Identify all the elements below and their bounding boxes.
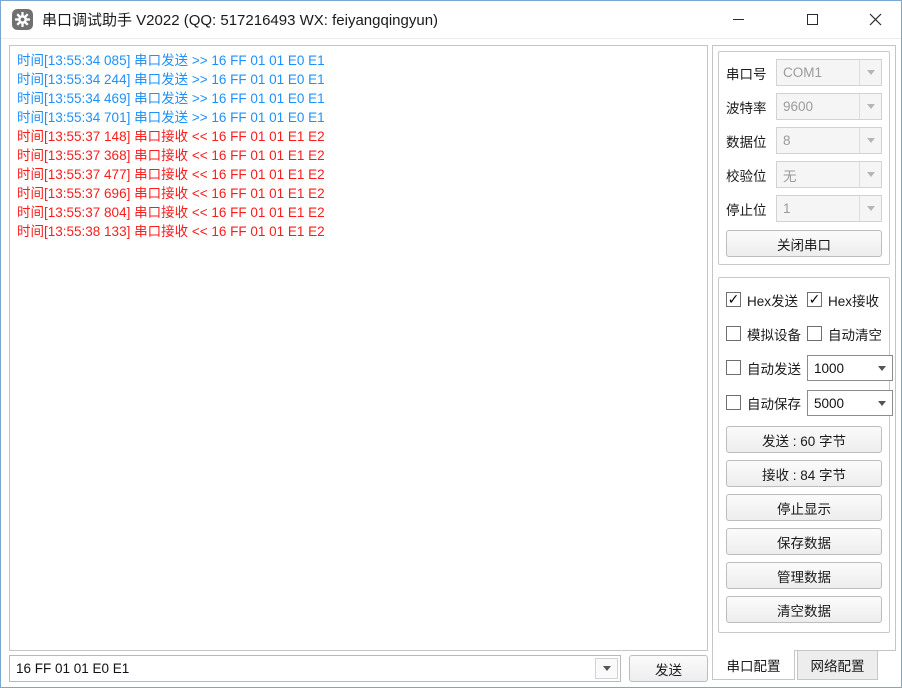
close-icon	[869, 13, 882, 26]
chevron-down-icon	[867, 70, 875, 75]
serial-config-panel: 串口号 COM1 波特率 9600 数据位 8	[712, 45, 896, 651]
auto-send-interval-value: 1000	[808, 361, 872, 376]
stopbits-value: 1	[777, 201, 859, 216]
checkbox-icon	[726, 395, 741, 410]
stop-display-button[interactable]: 停止显示	[726, 494, 882, 521]
checkbox-label: 自动发送	[747, 358, 801, 378]
baud-label: 波特率	[726, 97, 776, 117]
log-line: 时间[13:55:34 701] 串口发送 >> 16 FF 01 01 E0 …	[17, 108, 700, 127]
checkbox-icon: ✓	[807, 292, 822, 307]
serial-row-parity: 校验位 无	[726, 161, 882, 188]
close-port-button[interactable]: 关闭串口	[726, 230, 882, 257]
stopbits-label: 停止位	[726, 199, 776, 219]
checkbox-auto-clear[interactable]: 自动清空	[807, 321, 893, 346]
chevron-down-icon	[603, 666, 611, 671]
config-tabbar: 串口配置 网络配置	[712, 651, 878, 681]
serial-settings-group: 串口号 COM1 波特率 9600 数据位 8	[718, 51, 890, 265]
checkbox-label: 模拟设备	[747, 324, 801, 344]
checkbox-label: Hex接收	[828, 290, 879, 310]
log-area[interactable]: 时间[13:55:34 085] 串口发送 >> 16 FF 01 01 E0 …	[9, 45, 708, 651]
checkbox-simulate-device[interactable]: 模拟设备	[726, 321, 801, 346]
chevron-down-icon	[878, 401, 886, 406]
maximize-icon	[807, 14, 818, 25]
received-count-button[interactable]: 接收 : 84 字节	[726, 460, 882, 487]
chevron-down-icon	[867, 172, 875, 177]
chevron-down-icon	[867, 138, 875, 143]
log-line: 时间[13:55:37 477] 串口接收 << 16 FF 01 01 E1 …	[17, 165, 700, 184]
clear-data-button[interactable]: 清空数据	[726, 596, 882, 623]
minimize-button[interactable]	[715, 1, 761, 38]
checkbox-auto-save[interactable]: 自动保存	[726, 390, 801, 415]
log-line: 时间[13:55:34 469] 串口发送 >> 16 FF 01 01 E0 …	[17, 89, 700, 108]
baud-select[interactable]: 9600	[776, 93, 882, 120]
serial-row-port: 串口号 COM1	[726, 59, 882, 86]
serial-row-stopbits: 停止位 1	[726, 195, 882, 222]
options-group: ✓ Hex发送 ✓ Hex接收 模拟设备 自动清空 自动发送	[718, 277, 890, 633]
checkbox-label: 自动清空	[828, 324, 882, 344]
close-button[interactable]	[852, 1, 898, 38]
databits-value: 8	[777, 133, 859, 148]
log-line: 时间[13:55:37 696] 串口接收 << 16 FF 01 01 E1 …	[17, 184, 700, 203]
parity-label: 校验位	[726, 165, 776, 185]
chevron-down-icon	[867, 206, 875, 211]
parity-select[interactable]: 无	[776, 161, 882, 188]
tab-network-config[interactable]: 网络配置	[797, 651, 878, 680]
minimize-icon	[733, 19, 744, 20]
serial-row-databits: 数据位 8	[726, 127, 882, 154]
checkbox-hex-send[interactable]: ✓ Hex发送	[726, 287, 801, 312]
port-value: COM1	[777, 65, 859, 80]
stopbits-select[interactable]: 1	[776, 195, 882, 222]
send-data-combobox[interactable]	[9, 655, 621, 682]
checkbox-label: Hex发送	[747, 290, 798, 310]
checkbox-icon	[726, 360, 741, 375]
manage-data-button[interactable]: 管理数据	[726, 562, 882, 589]
checkbox-icon	[807, 326, 822, 341]
log-line: 时间[13:55:37 368] 串口接收 << 16 FF 01 01 E1 …	[17, 146, 700, 165]
serial-row-baud: 波特率 9600	[726, 93, 882, 120]
port-select[interactable]: COM1	[776, 59, 882, 86]
gear-app-icon	[12, 9, 33, 30]
log-line: 时间[13:55:37 804] 串口接收 << 16 FF 01 01 E1 …	[17, 203, 700, 222]
app-window: 串口调试助手 V2022 (QQ: 517216493 WX: feiyangq…	[0, 0, 902, 688]
tab-serial-config[interactable]: 串口配置	[712, 650, 795, 680]
checkbox-icon	[726, 326, 741, 341]
checkbox-icon: ✓	[726, 292, 741, 307]
window-title: 串口调试助手 V2022 (QQ: 517216493 WX: feiyangq…	[42, 9, 438, 30]
baud-value: 9600	[777, 99, 859, 114]
sent-count-button[interactable]: 发送 : 60 字节	[726, 426, 882, 453]
log-line: 时间[13:55:34 244] 串口发送 >> 16 FF 01 01 E0 …	[17, 70, 700, 89]
log-line: 时间[13:55:37 148] 串口接收 << 16 FF 01 01 E1 …	[17, 127, 700, 146]
send-data-dropdown-button[interactable]	[595, 658, 618, 679]
chevron-down-icon	[867, 104, 875, 109]
checkbox-auto-send[interactable]: 自动发送	[726, 355, 801, 380]
checkbox-hex-recv[interactable]: ✓ Hex接收	[807, 287, 893, 312]
send-button[interactable]: 发送	[629, 655, 708, 682]
auto-save-interval-value: 5000	[808, 396, 872, 411]
log-line: 时间[13:55:34 085] 串口发送 >> 16 FF 01 01 E0 …	[17, 51, 700, 70]
send-data-input[interactable]	[10, 656, 593, 681]
port-label: 串口号	[726, 63, 776, 83]
checkbox-label: 自动保存	[747, 393, 801, 413]
maximize-button[interactable]	[789, 1, 835, 38]
databits-label: 数据位	[726, 131, 776, 151]
parity-value: 无	[777, 165, 859, 185]
auto-send-interval-select[interactable]: 1000	[807, 355, 893, 381]
databits-select[interactable]: 8	[776, 127, 882, 154]
chevron-down-icon	[878, 366, 886, 371]
save-data-button[interactable]: 保存数据	[726, 528, 882, 555]
log-line: 时间[13:55:38 133] 串口接收 << 16 FF 01 01 E1 …	[17, 222, 700, 241]
titlebar: 串口调试助手 V2022 (QQ: 517216493 WX: feiyangq…	[1, 1, 901, 39]
auto-save-interval-select[interactable]: 5000	[807, 390, 893, 416]
